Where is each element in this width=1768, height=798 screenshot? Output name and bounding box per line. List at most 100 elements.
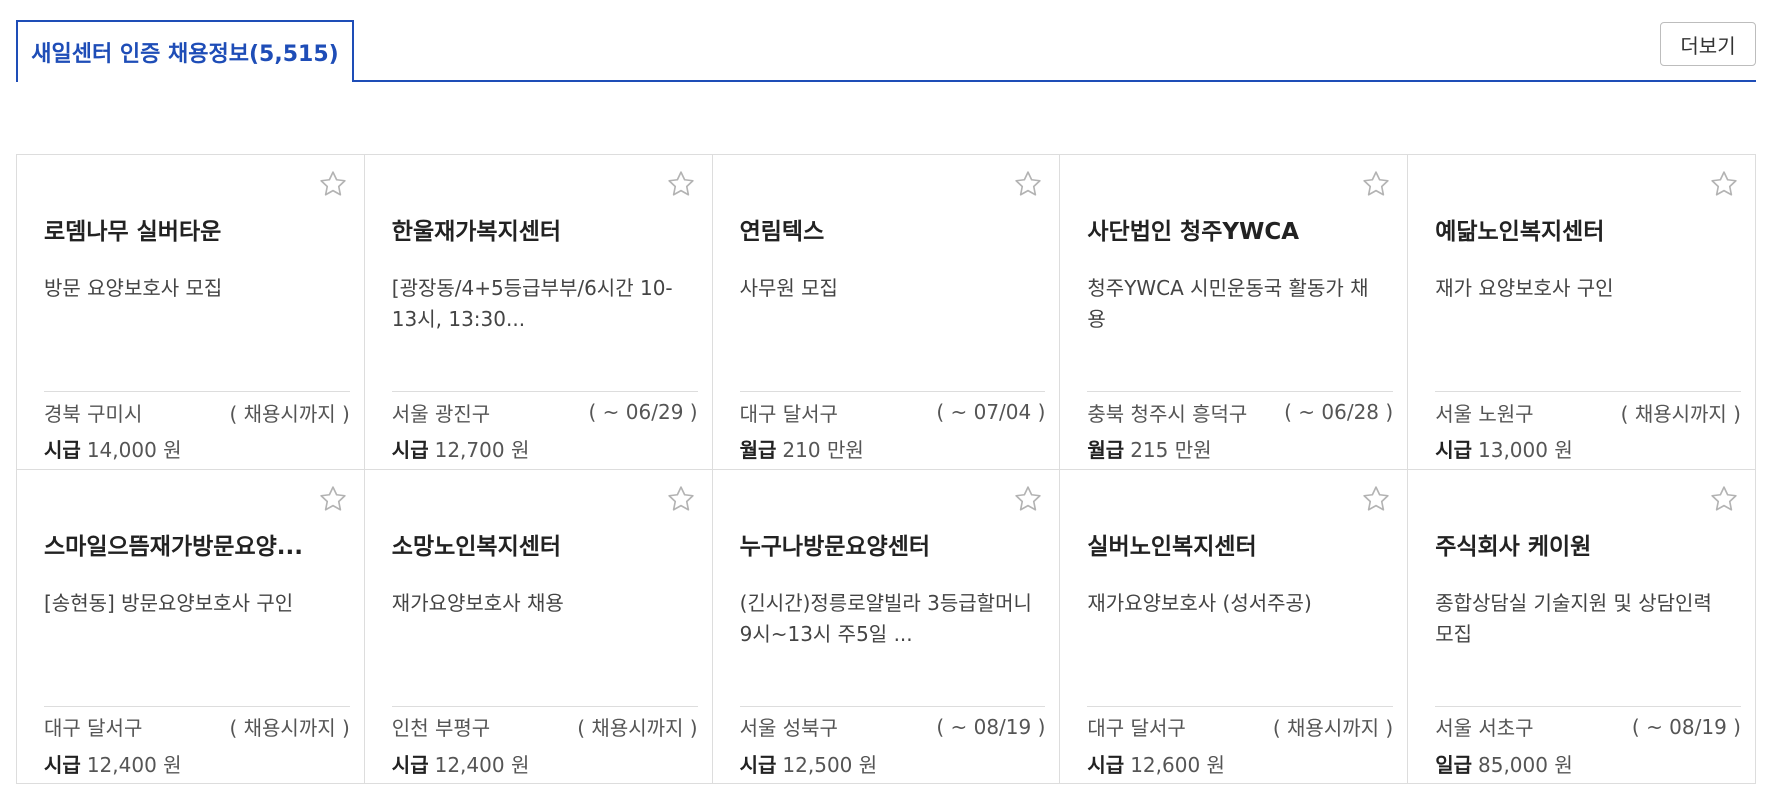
job-title: 방문 요양보호사 모집 — [44, 276, 223, 300]
pay-type: 시급 — [44, 752, 81, 777]
star-outline-icon[interactable] — [1361, 484, 1391, 514]
company-name: 예닮노인복지센터 — [1435, 219, 1605, 245]
job-card[interactable]: 로뎀나무 실버타운 방문 요양보호사 모집 경북 구미시 ( 채용시까지 ) 시… — [17, 155, 365, 470]
star-outline-icon[interactable] — [666, 169, 696, 199]
star-outline-icon[interactable] — [318, 484, 348, 514]
job-location: 대구 달서구 — [44, 716, 143, 740]
job-location: 서울 서초구 — [1435, 716, 1534, 740]
job-meta: 서울 노원구 ( 채용시까지 ) — [1435, 397, 1741, 427]
pay-type: 시급 — [391, 438, 429, 462]
divider — [44, 391, 350, 392]
job-card[interactable]: 주식회사 케이원 종합상담실 기술지원 및 상담인력 모집 서울 서초구 ( ~… — [1408, 469, 1756, 784]
job-card[interactable]: 스마일으뜸재가방문요양... [송현동] 방문요양보호사 구인 대구 달서구 (… — [17, 469, 365, 784]
job-meta: 서울 광진구 ( ~ 06/29 ) — [392, 397, 698, 427]
divider — [739, 705, 1046, 707]
job-location: 충북 청주시 흥덕구 — [1087, 401, 1248, 426]
job-deadline: ( ~ 07/04 ) — [936, 400, 1046, 424]
job-location: 경북 구미시 — [44, 401, 143, 426]
pay-amount: 85,000 원 — [1478, 752, 1573, 777]
job-meta: 대구 달서구 ( 채용시까지 ) — [1087, 712, 1393, 742]
job-deadline: ( 채용시까지 ) — [577, 716, 698, 740]
job-deadline: ( ~ 06/28 ) — [1284, 400, 1394, 424]
job-card[interactable]: 실버노인복지센터 재가요양보호사 (성서주공) 대구 달서구 ( 채용시까지 )… — [1060, 469, 1409, 784]
job-title: [광장동/4+5등급부부/6시간 10-13시, 13:30... — [391, 276, 673, 331]
job-pay: 시급 12,400 원 — [44, 750, 350, 780]
company-name: 로뎀나무 실버타운 — [44, 219, 222, 245]
job-meta: 인천 부평구 ( 채용시까지 ) — [392, 712, 698, 742]
job-pay: 시급 12,600 원 — [1087, 750, 1393, 780]
job-card[interactable]: 예닮노인복지센터 재가 요양보호사 구인 서울 노원구 ( 채용시까지 ) 시급… — [1408, 155, 1756, 470]
pay-type: 시급 — [391, 752, 429, 777]
tab-saeil-certified-jobs[interactable]: 새일센터 인증 채용정보(5,515) — [16, 20, 354, 82]
job-pay: 시급 12,500 원 — [740, 750, 1046, 780]
divider — [44, 705, 350, 707]
divider — [1087, 391, 1394, 392]
star-outline-icon[interactable] — [1013, 169, 1043, 199]
job-deadline: ( 채용시까지 ) — [1620, 401, 1741, 426]
job-meta: 서울 성북구 ( ~ 08/19 ) — [740, 712, 1046, 742]
job-deadline: ( 채용시까지 ) — [229, 401, 350, 426]
pay-type: 월급 — [1087, 438, 1125, 462]
job-deadline: ( 채용시까지 ) — [229, 716, 350, 740]
pay-type: 시급 — [1087, 752, 1125, 777]
star-outline-icon[interactable] — [318, 169, 348, 199]
more-button[interactable]: 더보기 — [1660, 22, 1756, 66]
job-deadline: ( 채용시까지 ) — [1272, 716, 1394, 740]
job-location: 서울 광진구 — [391, 401, 491, 426]
job-title: 사무원 모집 — [739, 276, 838, 300]
company-name: 한울재가복지센터 — [391, 219, 562, 245]
company-name: 스마일으뜸재가방문요양... — [44, 533, 303, 560]
job-title: 종합상담실 기술지원 및 상담인력 모집 — [1435, 590, 1712, 646]
job-card[interactable]: 연림텍스 사무원 모집 대구 달서구 ( ~ 07/04 ) 월급 210 만원 — [712, 155, 1061, 470]
divider — [391, 705, 698, 707]
company-name: 실버노인복지센터 — [1087, 533, 1257, 560]
pay-amount: 12,700 원 — [434, 438, 530, 462]
star-outline-icon[interactable] — [666, 484, 696, 514]
pay-type: 월급 — [739, 438, 777, 462]
star-outline-icon[interactable] — [1709, 484, 1739, 514]
pay-amount: 13,000 원 — [1478, 438, 1573, 462]
job-card[interactable]: 누구나방문요양센터 (긴시간)정릉로얄빌라 3등급할머니 9시~13시 주5일 … — [712, 469, 1061, 784]
job-meta: 대구 달서구 ( ~ 07/04 ) — [740, 397, 1046, 427]
job-title: 청주YWCA 시민운동국 활동가 채용 — [1087, 276, 1369, 331]
pay-amount: 12,400 원 — [86, 752, 182, 777]
job-title: 재가요양보호사 채용 — [391, 590, 564, 615]
pay-amount: 215 만원 — [1130, 438, 1212, 462]
star-outline-icon[interactable] — [1013, 484, 1043, 514]
job-deadline: ( ~ 08/19 ) — [936, 714, 1046, 739]
pay-type: 일급 — [1435, 752, 1472, 777]
job-grid: 로뎀나무 실버타운 방문 요양보호사 모집 경북 구미시 ( 채용시까지 ) 시… — [16, 154, 1756, 784]
job-location: 대구 달서구 — [739, 401, 838, 426]
job-location: 서울 노원구 — [1435, 401, 1534, 426]
pay-type: 시급 — [44, 438, 81, 462]
job-meta: 충북 청주시 흥덕구 ( ~ 06/28 ) — [1087, 397, 1393, 427]
divider — [1435, 705, 1741, 707]
job-pay: 시급 12,700 원 — [392, 435, 698, 465]
job-pay: 시급 13,000 원 — [1435, 435, 1741, 465]
pay-amount: 12,400 원 — [434, 752, 530, 777]
company-name: 사단법인 청주YWCA — [1087, 219, 1300, 245]
job-card[interactable]: 한울재가복지센터 [광장동/4+5등급부부/6시간 10-13시, 13:30.… — [364, 155, 713, 470]
pay-type: 시급 — [1435, 438, 1472, 462]
job-location: 인천 부평구 — [391, 716, 491, 740]
job-title: 재가요양보호사 (성서주공) — [1087, 590, 1312, 615]
divider — [739, 391, 1046, 392]
job-location: 대구 달서구 — [1087, 716, 1186, 740]
job-card[interactable]: 사단법인 청주YWCA 청주YWCA 시민운동국 활동가 채용 충북 청주시 흥… — [1060, 155, 1409, 470]
pay-amount: 12,600 원 — [1130, 752, 1225, 777]
star-outline-icon[interactable] — [1709, 169, 1739, 199]
job-card[interactable]: 소망노인복지센터 재가요양보호사 채용 인천 부평구 ( 채용시까지 ) 시급 1… — [364, 469, 713, 784]
divider — [1087, 705, 1394, 707]
job-title: [송현동] 방문요양보호사 구인 — [44, 590, 294, 615]
job-pay: 일급 85,000 원 — [1435, 750, 1741, 780]
tab-bar: 새일센터 인증 채용정보(5,515) — [16, 20, 1756, 82]
company-name: 소망노인복지센터 — [391, 533, 562, 560]
divider — [1435, 391, 1741, 392]
job-meta: 대구 달서구 ( 채용시까지 ) — [44, 712, 350, 742]
pay-type: 시급 — [739, 752, 777, 777]
pay-amount: 14,000 원 — [86, 438, 182, 462]
star-outline-icon[interactable] — [1361, 169, 1391, 199]
divider — [391, 391, 698, 392]
job-pay: 시급 14,000 원 — [44, 435, 350, 465]
company-name: 주식회사 케이원 — [1435, 533, 1592, 560]
